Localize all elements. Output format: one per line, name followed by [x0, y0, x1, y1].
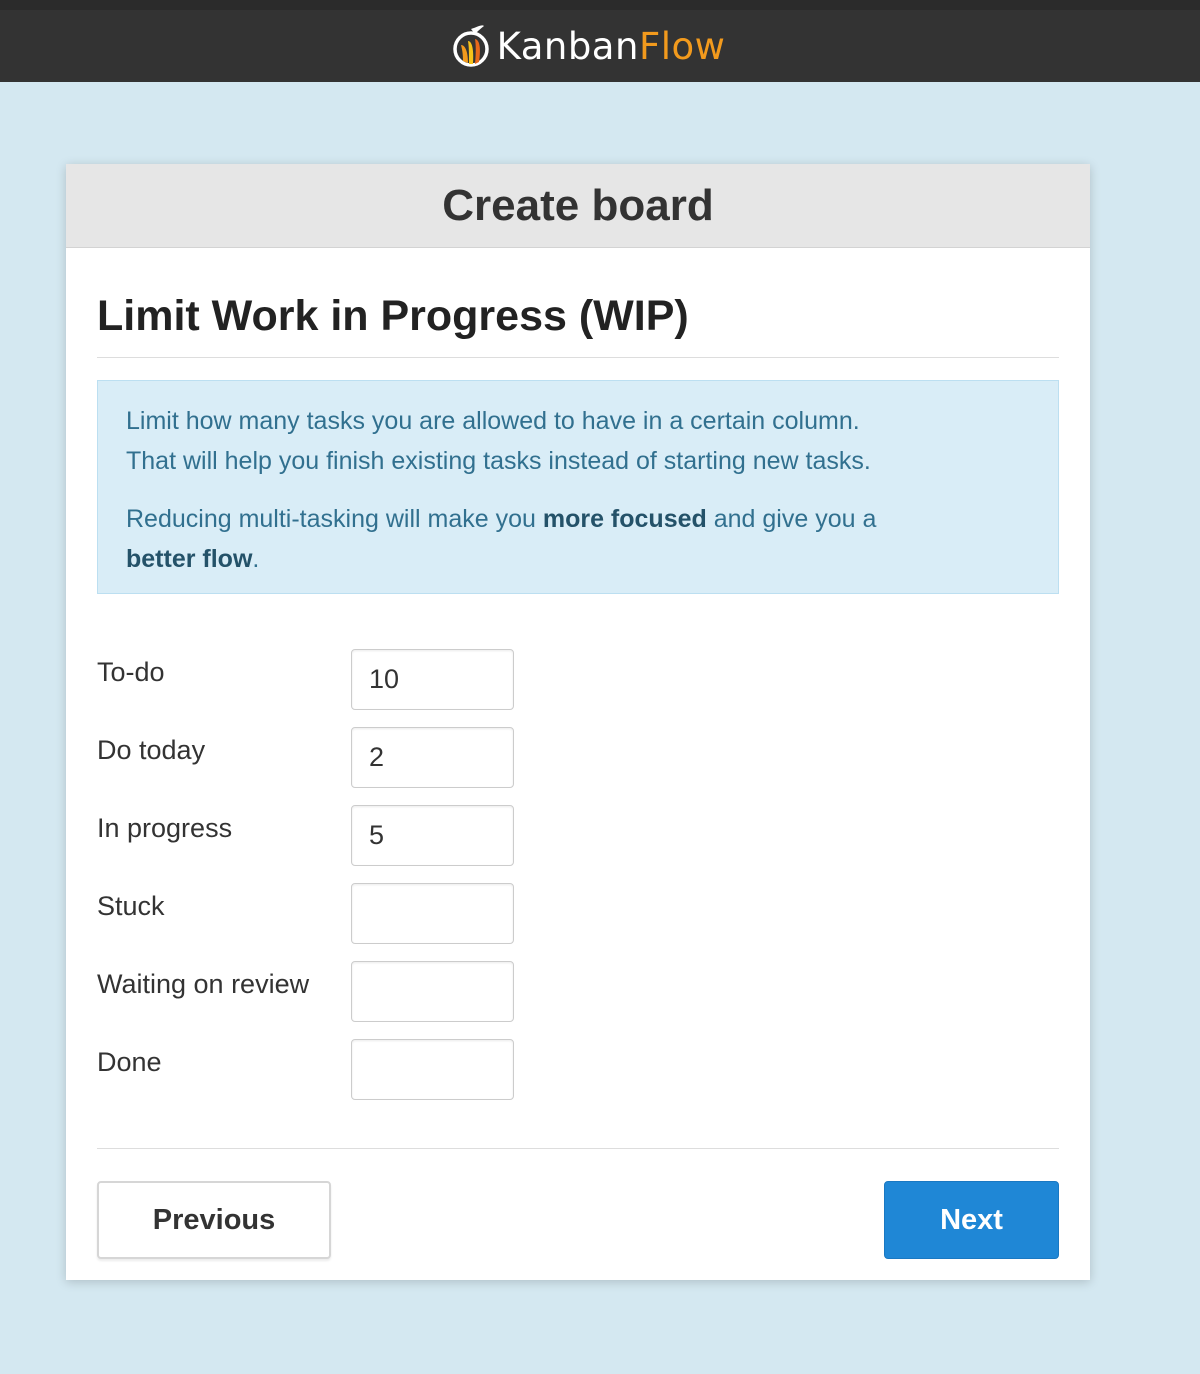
previous-button[interactable]: Previous — [97, 1181, 331, 1259]
field-label-stuck: Stuck — [97, 890, 165, 921]
dialog-header: Create board — [66, 164, 1090, 248]
wip-input-do-today[interactable] — [351, 726, 514, 788]
dialog-footer: Previous Next — [97, 1181, 1059, 1259]
wip-input-in-progress[interactable] — [351, 804, 514, 866]
field-label-todo: To-do — [97, 656, 165, 687]
dialog-body: Limit Work in Progress (WIP) Limit how m… — [66, 248, 1090, 1259]
logo-text-flow: Flow — [638, 24, 726, 68]
wip-info-box: Limit how many tasks you are allowed to … — [97, 380, 1059, 594]
info-line-2: That will help you finish existing tasks… — [126, 447, 871, 475]
kanbanflow-flame-icon — [452, 25, 489, 67]
info-text-after: . — [252, 545, 260, 573]
wip-input-waiting-on-review[interactable] — [351, 960, 514, 1022]
logo-text-kanban: Kanban — [496, 24, 639, 68]
logo-text: KanbanFlow — [497, 28, 726, 65]
wip-limit-fields: To-do Do today In progress Stuck Waiting… — [97, 640, 1059, 1108]
dialog-title: Create board — [442, 180, 714, 230]
footer-divider — [97, 1148, 1059, 1149]
info-text-middle: and give you a — [706, 505, 877, 533]
info-paragraph-2: Reducing multi-tasking will make you mor… — [126, 499, 1030, 579]
field-row-waiting-on-review: Waiting on review — [97, 952, 1059, 1030]
wip-input-done[interactable] — [351, 1038, 514, 1100]
info-paragraph-1: Limit how many tasks you are allowed to … — [126, 401, 1030, 481]
field-row-stuck: Stuck — [97, 874, 1059, 952]
section-title: Limit Work in Progress (WIP) — [97, 248, 1059, 358]
wip-input-todo[interactable] — [351, 648, 514, 710]
field-label-in-progress: In progress — [97, 812, 233, 843]
info-line-1: Limit how many tasks you are allowed to … — [126, 407, 860, 435]
create-board-dialog: Create board Limit Work in Progress (WIP… — [66, 164, 1090, 1280]
kanbanflow-logo[interactable]: KanbanFlow — [451, 23, 726, 69]
top-navigation-bar: KanbanFlow — [0, 0, 1200, 82]
info-text-before: Reducing multi-tasking will make you — [126, 505, 543, 533]
field-label-done: Done — [97, 1046, 162, 1077]
info-bold-better-flow: better flow — [126, 545, 253, 573]
info-bold-more-focused: more focused — [542, 505, 707, 533]
field-row-todo: To-do — [97, 640, 1059, 718]
field-row-in-progress: In progress — [97, 796, 1059, 874]
field-row-done: Done — [97, 1030, 1059, 1108]
next-button[interactable]: Next — [884, 1181, 1059, 1259]
field-row-do-today: Do today — [97, 718, 1059, 796]
field-label-do-today: Do today — [97, 734, 206, 765]
wip-input-stuck[interactable] — [351, 882, 514, 944]
field-label-waiting-on-review: Waiting on review — [97, 968, 310, 999]
